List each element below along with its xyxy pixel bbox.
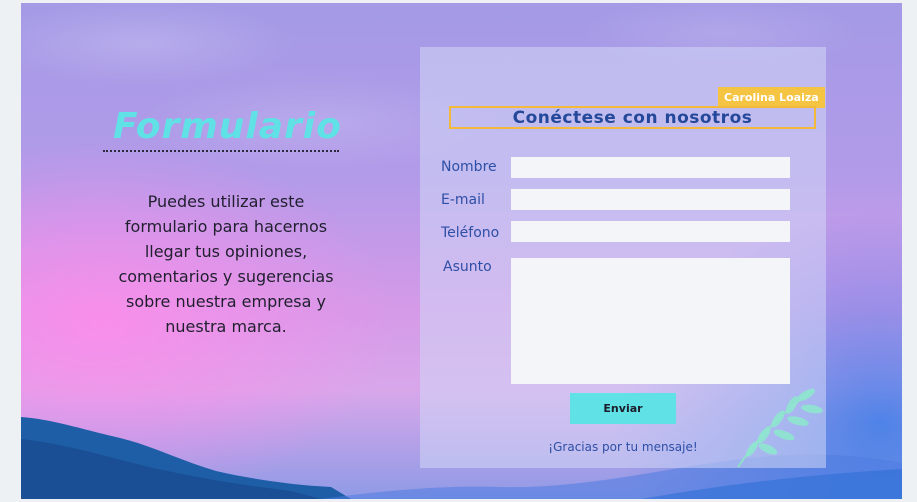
subject-label: Asunto (443, 259, 492, 275)
email-label: E-mail (441, 192, 485, 208)
submit-button[interactable]: Enviar (570, 393, 676, 424)
contact-form-card: Carolina Loaiza Conéctese con nosotros N… (420, 47, 826, 468)
page-title: Formulario (113, 106, 342, 147)
name-input[interactable] (511, 157, 790, 178)
author-badge: Carolina Loaiza (718, 87, 825, 108)
background-scene: Formulario Puedes utilizar este formular… (21, 3, 902, 499)
heading-frame: Conéctese con nosotros (449, 106, 816, 129)
form-heading: Conéctese con nosotros (512, 108, 753, 128)
phone-input[interactable] (511, 221, 790, 242)
email-input[interactable] (511, 189, 790, 210)
name-label: Nombre (441, 159, 497, 175)
intro-text: Puedes utilizar este formulario para hac… (118, 192, 334, 336)
leaf-branch-icon (737, 388, 823, 468)
phone-label: Teléfono (441, 225, 500, 241)
subject-textarea[interactable] (511, 258, 790, 384)
title-underline (103, 150, 339, 152)
